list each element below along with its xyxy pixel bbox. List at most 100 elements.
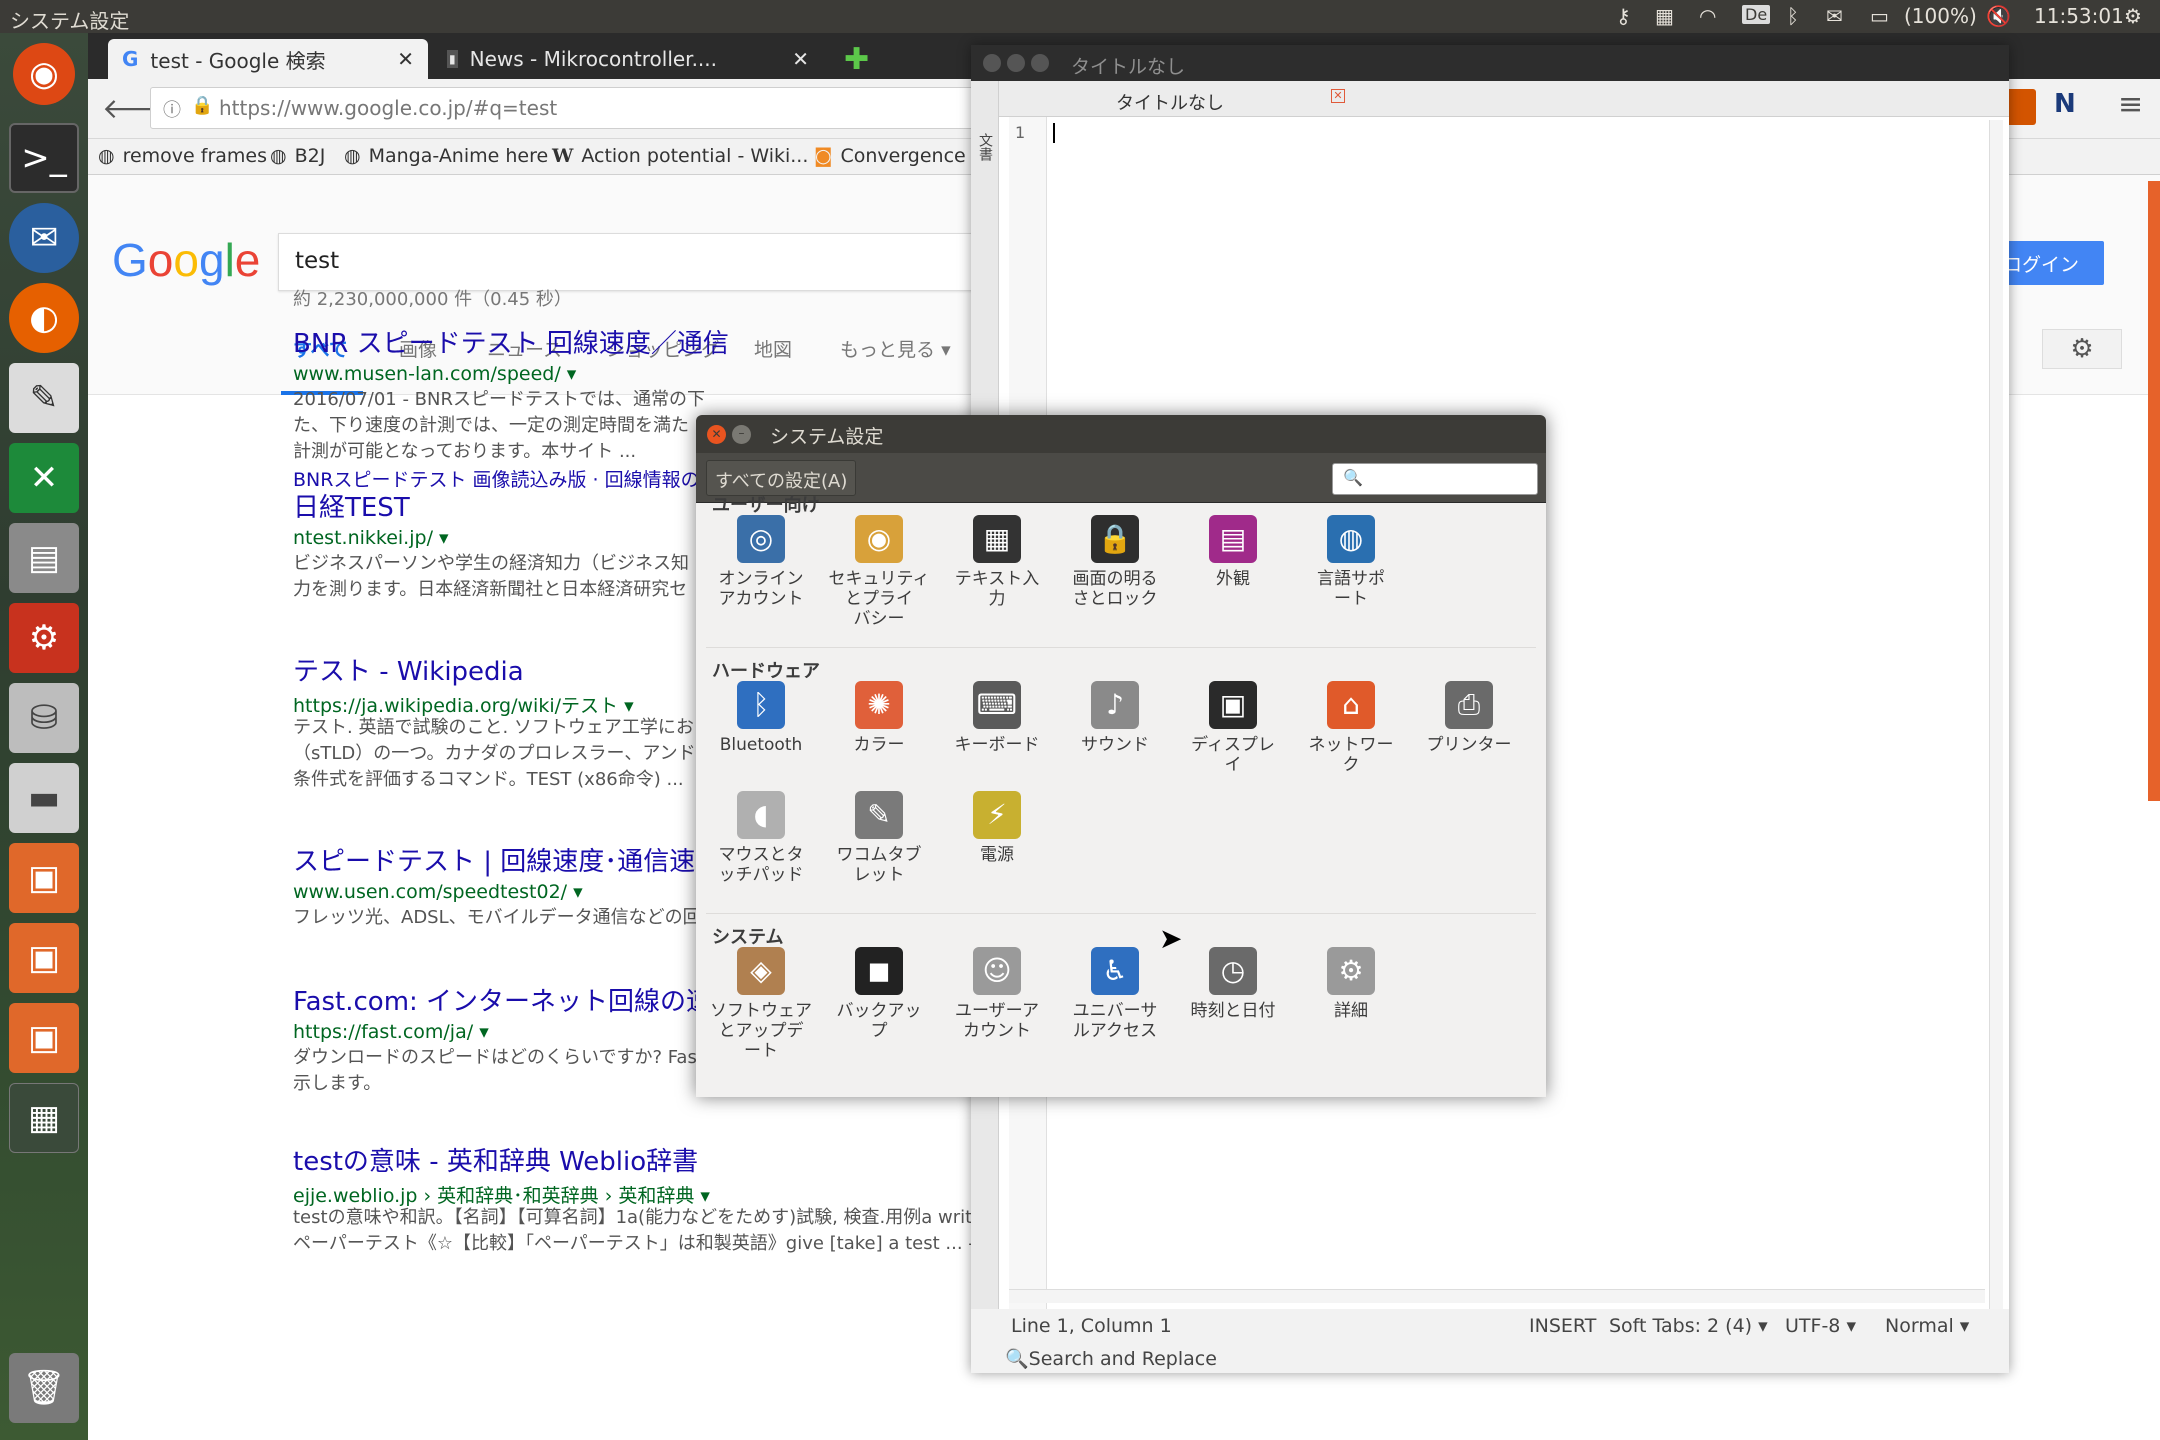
settings-item-clock[interactable]: ◷ 時刻と日付 [1178,947,1288,1021]
result-url[interactable]: https://fast.com/ja/ ▾ [293,1021,489,1043]
result-title[interactable]: 日経TEST [293,487,410,524]
folder-icon-2[interactable]: ▣ [9,923,79,993]
settings-item-network[interactable]: ⌂ ネットワー ク [1296,681,1406,775]
google-logo[interactable]: Google [112,233,260,287]
settings-gear-icon[interactable]: ⚙ [2042,329,2122,369]
close-tab-icon[interactable]: ✕ [792,47,809,71]
trash-icon[interactable]: 🗑 [9,1353,79,1423]
settings-item-color[interactable]: ✺ カラー [824,681,934,755]
settings-item-user-accounts[interactable]: ☺ ユーザーア カウント [942,947,1052,1041]
bookmark-manga-anime[interactable]: ◍ Manga-Anime here [344,145,548,167]
close-window-icon[interactable] [983,54,1001,72]
editor-tab[interactable]: タイトルなし [1116,89,1224,115]
settings-item-wacom-tablet[interactable]: ✎ ワコムタブ レット [824,791,934,885]
settings-item-brightness-lock[interactable]: 🔒 画面の明る さとロック [1060,515,1170,609]
removable-drive-icon[interactable]: ▬ [9,763,79,833]
insert-mode[interactable]: INSERT [1529,1315,1596,1337]
bookmark-action-potential[interactable]: W Action potential - Wiki... [552,145,808,167]
result-url[interactable]: ntest.nikkei.jp/ ▾ [293,527,449,549]
folder-icon[interactable]: ▣ [9,843,79,913]
dropdown-arrow-icon[interactable]: ▾ [700,1185,710,1207]
settings-item-details-gear[interactable]: ⚙ 詳細 [1296,947,1406,1021]
info-icon[interactable]: ⓘ [163,96,181,122]
result-url[interactable]: ejje.weblio.jp › 英和辞典･和英辞典 › 英和辞典 ▾ [293,1181,710,1208]
settings-item-keyboard[interactable]: ⌨ キーボード [942,681,1052,755]
vertical-scrollbar[interactable] [1989,120,2003,1328]
workspaces-icon[interactable]: ▦ [1655,4,1674,28]
bookmark-b2j[interactable]: ◍ B2J [270,145,325,167]
scrollbar-thumb[interactable] [2148,181,2160,801]
close-window-icon[interactable]: ✕ [707,425,726,444]
syntax-selector[interactable]: Normal ▾ [1885,1315,1969,1337]
url-text[interactable]: https://www.google.co.jp/#q=test [219,96,557,120]
search-input[interactable]: test [278,233,1058,291]
file-manager-icon[interactable]: ▤ [9,523,79,593]
workspace-switcher-icon[interactable]: ▦ [9,1083,79,1153]
omnibox[interactable]: ⓘ 🔒 https://www.google.co.jp/#q=test [150,87,1070,129]
document-side-label[interactable]: 文書 [975,133,995,161]
system-settings-icon[interactable]: ⚙ [9,603,79,673]
volume-muted-icon[interactable]: 🔇 [1986,4,2011,28]
onenote-clipper-icon[interactable]: N [2054,89,2076,119]
result-url[interactable]: www.musen-lan.com/speed/ ▾ [293,363,576,385]
settings-search-input[interactable]: 🔍 [1332,463,1538,495]
keyboard-layout-indicator[interactable]: De [1742,5,1771,24]
folder-icon-3[interactable]: ▣ [9,1003,79,1073]
terminal-icon[interactable]: >_ [9,123,79,193]
close-tab-icon[interactable]: ✕ [1331,89,1345,103]
wifi-icon[interactable]: ◠ [1699,4,1716,28]
nav-tab-more[interactable]: もっと見る ▾ [840,335,951,362]
result-url[interactable]: www.usen.com/speedtest02/ ▾ [293,881,583,903]
tab-mikrocontroller[interactable]: ▮ News - Mikrocontroller.... ✕ [433,39,823,79]
new-tab-button[interactable]: ✚ [830,39,880,79]
settings-item-security-privacy[interactable]: ◉ セキュリティ とプライ バシー [824,515,934,629]
settings-item-backup[interactable]: ◼ バックアッ プ [824,947,934,1041]
text-editor-icon[interactable]: ✎ [9,363,79,433]
settings-item-universal-access[interactable]: ♿ ユニバーサ ルアクセス [1060,947,1170,1041]
bluetooth-indicator-icon[interactable]: ᛒ [1787,4,1799,28]
dropdown-arrow-icon[interactable]: ▾ [439,527,449,549]
settings-item-printer[interactable]: ⎙ プリンター [1414,681,1524,755]
bookmark-convergence[interactable]: ◙ Convergence v [814,145,983,167]
tab-width-selector[interactable]: Soft Tabs: 2 (4) ▾ [1609,1315,1768,1337]
tab-google[interactable]: G test - Google 検索 ✕ [108,39,428,79]
search-replace-button[interactable]: 🔍Search and Replace [1005,1347,1217,1370]
settings-item-software-updates[interactable]: ◈ ソフトウェア とアップデ ート [706,947,816,1061]
result-title[interactable]: テスト - Wikipedia [293,651,524,688]
input-method-icon[interactable]: ⚷ [1616,4,1631,28]
maximize-window-icon[interactable] [1031,54,1049,72]
session-gear-icon[interactable]: ⚙ [2124,4,2142,28]
settings-item-display[interactable]: ▣ ディスプレ イ [1178,681,1288,775]
xmind-icon[interactable]: ✕ [9,443,79,513]
thunderbird-icon[interactable]: ✉ [9,203,79,273]
encoding-selector[interactable]: UTF-8 ▾ [1785,1315,1856,1337]
settings-item-power[interactable]: ⚡ 電源 [942,791,1052,865]
result-title[interactable]: スピードテスト | 回線速度･通信速度 [293,841,721,878]
result-title[interactable]: BNR スピードテスト 回線速度／通信 [293,323,729,360]
mail-icon[interactable]: ✉ [1826,4,1843,28]
close-tab-icon[interactable]: ✕ [397,47,414,71]
minimize-window-icon[interactable] [1007,54,1025,72]
menu-icon[interactable]: ≡ [2118,87,2143,122]
firefox-icon[interactable]: ◐ [9,283,79,353]
settings-item-language-support[interactable]: ◍ 言語サポ ート [1296,515,1406,609]
settings-item-mouse-touchpad[interactable]: ◖ マウスとタ ッチパッド [706,791,816,885]
result-title[interactable]: testの意味 - 英和辞典 Weblio辞書 [293,1141,698,1178]
nav-tab-maps[interactable]: 地図 [754,335,792,362]
settings-item-sound[interactable]: ♪ サウンド [1060,681,1170,755]
clock[interactable]: 11:53:01 [2034,4,2124,28]
dropdown-arrow-icon[interactable]: ▾ [624,695,634,717]
encrypted-drive-icon[interactable]: ⛁ [9,683,79,753]
horizontal-scrollbar[interactable] [1009,1289,1985,1303]
settings-item-text-entry[interactable]: ▦ テキスト入 力 [942,515,1052,609]
settings-item-appearance[interactable]: ▤ 外観 [1178,515,1288,589]
battery-icon[interactable]: ▭ [1870,4,1889,28]
dash-ubuntu-icon[interactable]: ◉ [13,43,75,105]
settings-item-bluetooth[interactable]: ᛒ Bluetooth [706,681,816,755]
dropdown-arrow-icon[interactable]: ▾ [479,1021,489,1043]
dropdown-arrow-icon[interactable]: ▾ [573,881,583,903]
result-url[interactable]: https://ja.wikipedia.org/wiki/テスト ▾ [293,691,634,718]
bookmark-remove-frames[interactable]: ◍ remove frames [98,145,267,167]
settings-item-online-accounts[interactable]: ◎ オンライン アカウント [706,515,816,609]
minimize-window-icon[interactable]: – [732,425,751,444]
